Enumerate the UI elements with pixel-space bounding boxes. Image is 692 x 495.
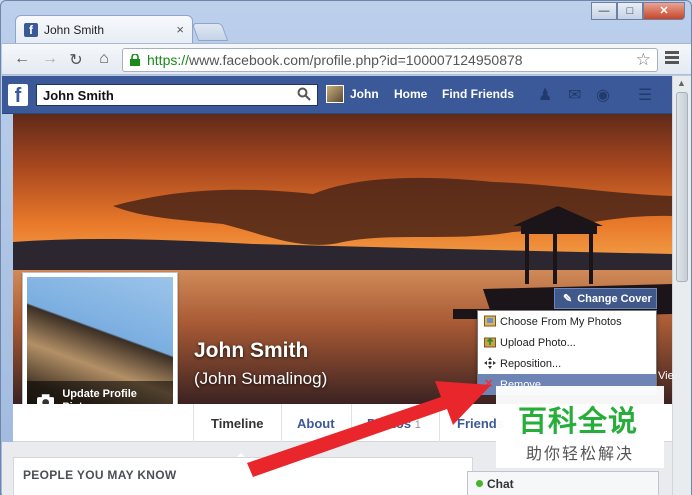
browser-window: — □ ✕ f John Smith × ← → ↻ ⌂ https://www… bbox=[0, 0, 692, 495]
red-pointer-arrow-icon bbox=[247, 381, 491, 477]
